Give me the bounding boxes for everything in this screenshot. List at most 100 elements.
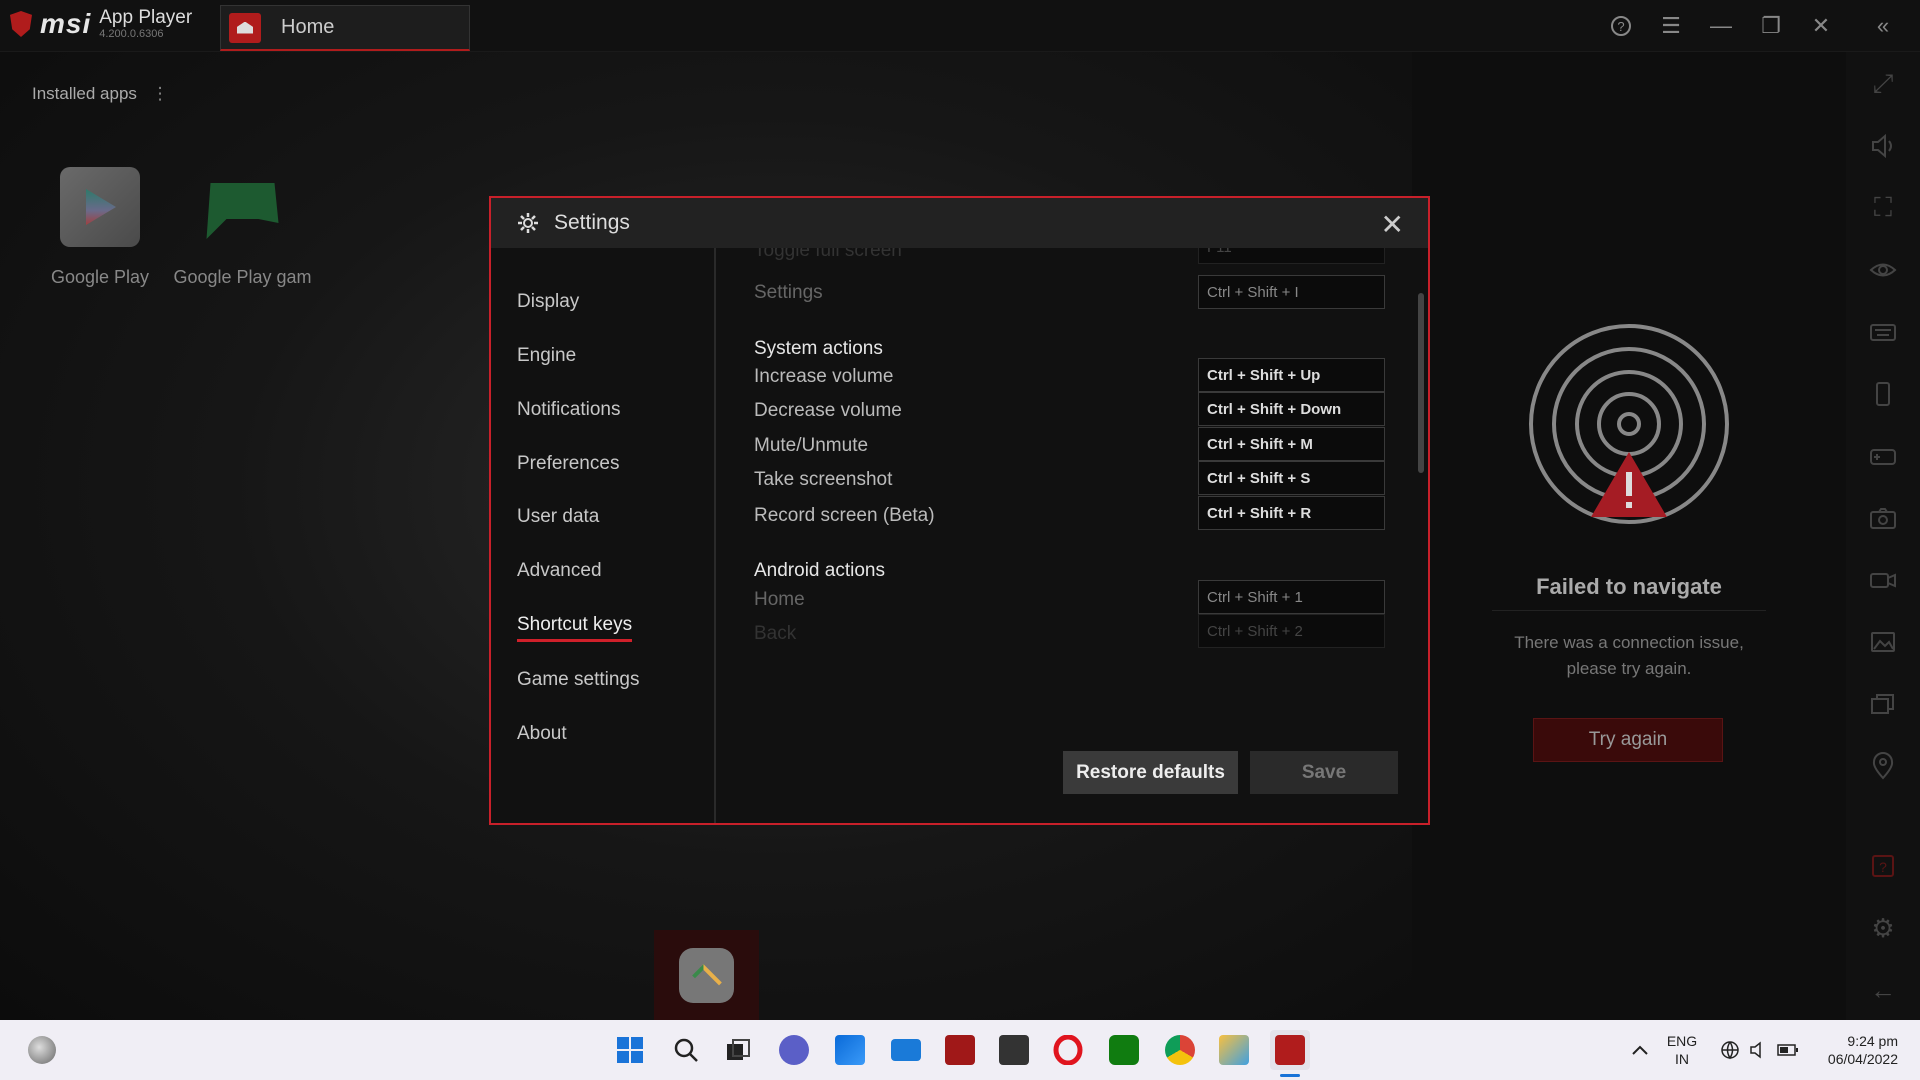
video-record-icon[interactable]	[1846, 560, 1920, 600]
shortcut-key-field[interactable]: Ctrl + Shift + Down	[1198, 392, 1385, 426]
search-icon[interactable]	[666, 1030, 706, 1070]
shortcut-key-field[interactable]: F11	[1198, 248, 1385, 264]
msi-app-player-taskbar-icon[interactable]	[1270, 1030, 1310, 1070]
close-icon[interactable]: ✕	[1796, 10, 1846, 42]
home-icon	[229, 12, 261, 43]
nav-about[interactable]: About	[517, 723, 567, 745]
game-app-icon[interactable]	[994, 1030, 1034, 1070]
restore-icon[interactable]: ❐	[1746, 10, 1796, 42]
shortcut-label: Mute/Unmute	[754, 435, 869, 456]
try-again-button[interactable]: Try again	[1533, 718, 1723, 762]
phone-icon[interactable]	[1846, 374, 1920, 414]
shortcut-keys-panel: Toggle full screen F11 Settings Ctrl + S…	[718, 248, 1428, 823]
windows-taskbar: ENG IN 9:24 pm 06/04/2022	[0, 1020, 1920, 1080]
screen-capture-icon[interactable]: ⛶	[1846, 188, 1920, 228]
dialog-title: Settings	[554, 211, 630, 234]
app-logo: msi App Player 4.200.0.6306	[10, 8, 192, 40]
clock-time: 9:24 pm	[1847, 1033, 1898, 1049]
language-indicator[interactable]: ENG IN	[1662, 1032, 1702, 1068]
tab-home[interactable]: Home	[220, 5, 470, 51]
back-arrow-icon[interactable]: ←	[1846, 970, 1920, 1010]
error-title: Failed to navigate	[1536, 574, 1722, 599]
window-controls: ? ☰ — ❐ ✕ «	[1596, 10, 1920, 42]
app-version: 4.200.0.6306	[99, 28, 164, 40]
nav-user-data[interactable]: User data	[517, 506, 599, 528]
error-panel: Failed to navigate There was a connectio…	[1412, 52, 1846, 1020]
help-box-icon[interactable]: ?	[1846, 846, 1920, 886]
edge-app-icon[interactable]	[22, 1030, 62, 1070]
shortcut-key-field[interactable]: Ctrl + Shift + R	[1198, 496, 1385, 530]
google-play-games-icon	[206, 183, 279, 239]
error-message-line: There was a connection issue,	[1514, 633, 1744, 652]
teams-chat-icon[interactable]	[774, 1030, 814, 1070]
snipping-tool-icon[interactable]	[1214, 1030, 1254, 1070]
app-google-play-games[interactable]: Google Play gam	[170, 167, 315, 288]
camera-icon[interactable]	[1846, 498, 1920, 538]
svg-text:?: ?	[1879, 859, 1887, 875]
eye-icon[interactable]	[1846, 250, 1920, 290]
clock[interactable]: 9:24 pm 06/04/2022	[1808, 1032, 1898, 1068]
shortcut-label: Toggle full screen	[754, 248, 902, 261]
nav-display[interactable]: Display	[517, 291, 579, 313]
nav-engine[interactable]: Engine	[517, 345, 576, 367]
shortcut-label: Increase volume	[754, 366, 894, 387]
scrollbar[interactable]	[1418, 293, 1424, 473]
installed-apps-label: Installed apps ⋮	[32, 84, 169, 104]
microsoft-store-icon[interactable]	[830, 1030, 870, 1070]
msi-app-icon[interactable]	[940, 1030, 980, 1070]
shortcut-key-field[interactable]: Ctrl + Shift + Up	[1198, 358, 1385, 392]
app-label: Google Play gam	[173, 267, 312, 287]
active-indicator	[1280, 1074, 1300, 1077]
xbox-icon[interactable]	[1104, 1030, 1144, 1070]
help-icon[interactable]: ?	[1596, 10, 1646, 42]
keyboard-icon[interactable]	[1846, 312, 1920, 352]
media-gallery-icon[interactable]	[1846, 622, 1920, 662]
divider	[1492, 610, 1766, 611]
nav-preferences[interactable]: Preferences	[517, 453, 619, 475]
shortcut-key-field[interactable]: Ctrl + Shift + 2	[1198, 614, 1385, 648]
app-name: App Player	[99, 7, 193, 28]
restore-defaults-button[interactable]: Restore defaults	[1063, 751, 1238, 794]
tab-home-label: Home	[281, 16, 335, 38]
app-drawer-button[interactable]	[654, 930, 759, 1020]
no-signal-icon	[1529, 324, 1729, 524]
multi-instance-icon[interactable]	[1846, 684, 1920, 724]
menu-icon[interactable]: ☰	[1646, 10, 1696, 42]
shortcut-key-field[interactable]: Ctrl + Shift + M	[1198, 427, 1385, 461]
language-code: ENG	[1666, 1033, 1698, 1049]
opera-icon[interactable]	[1048, 1030, 1088, 1070]
settings-gear-icon[interactable]: ⚙	[1846, 908, 1920, 948]
app-drawer-icon	[679, 947, 734, 1003]
shortcut-key-field[interactable]: Ctrl + Shift + S	[1198, 461, 1385, 495]
gamepad-icon[interactable]	[1846, 436, 1920, 476]
nav-notifications[interactable]: Notifications	[517, 399, 621, 421]
nav-advanced[interactable]: Advanced	[517, 560, 602, 582]
region-code: IN	[1675, 1051, 1689, 1067]
error-message-line: please try again.	[1566, 659, 1692, 678]
app-google-play[interactable]: Google Play	[25, 167, 175, 288]
close-icon[interactable]: ✕	[1381, 208, 1404, 241]
shortcut-label: Back	[754, 623, 797, 644]
clock-date: 06/04/2022	[1827, 1051, 1898, 1067]
installed-apps-title: Installed apps	[32, 84, 137, 103]
chevron-up-icon[interactable]	[1620, 1030, 1660, 1070]
chrome-icon[interactable]	[1160, 1030, 1200, 1070]
shortcut-key-field[interactable]: Ctrl + Shift + 1	[1198, 580, 1385, 614]
volume-icon[interactable]	[1846, 126, 1920, 166]
error-message: There was a connection issue, please try…	[1479, 630, 1779, 682]
shortcut-key-field[interactable]: Ctrl + Shift + I	[1198, 275, 1385, 309]
installed-apps-menu-icon[interactable]: ⋮	[152, 84, 169, 103]
nav-shortcut-keys[interactable]: Shortcut keys	[517, 614, 633, 642]
start-icon[interactable]	[610, 1030, 650, 1070]
gear-icon	[518, 213, 538, 233]
section-heading: System actions	[754, 338, 883, 359]
save-button[interactable]: Save	[1250, 751, 1398, 794]
nav-game-settings[interactable]: Game settings	[517, 669, 640, 691]
fullscreen-icon[interactable]: ⤢	[1846, 64, 1920, 104]
collapse-sidebar-icon[interactable]: «	[1846, 10, 1920, 42]
battery-icon[interactable]	[1768, 1030, 1808, 1070]
location-icon[interactable]	[1846, 746, 1920, 786]
task-view-icon[interactable]	[718, 1030, 758, 1070]
minimize-icon[interactable]: —	[1696, 10, 1746, 42]
mail-icon[interactable]	[886, 1030, 926, 1070]
